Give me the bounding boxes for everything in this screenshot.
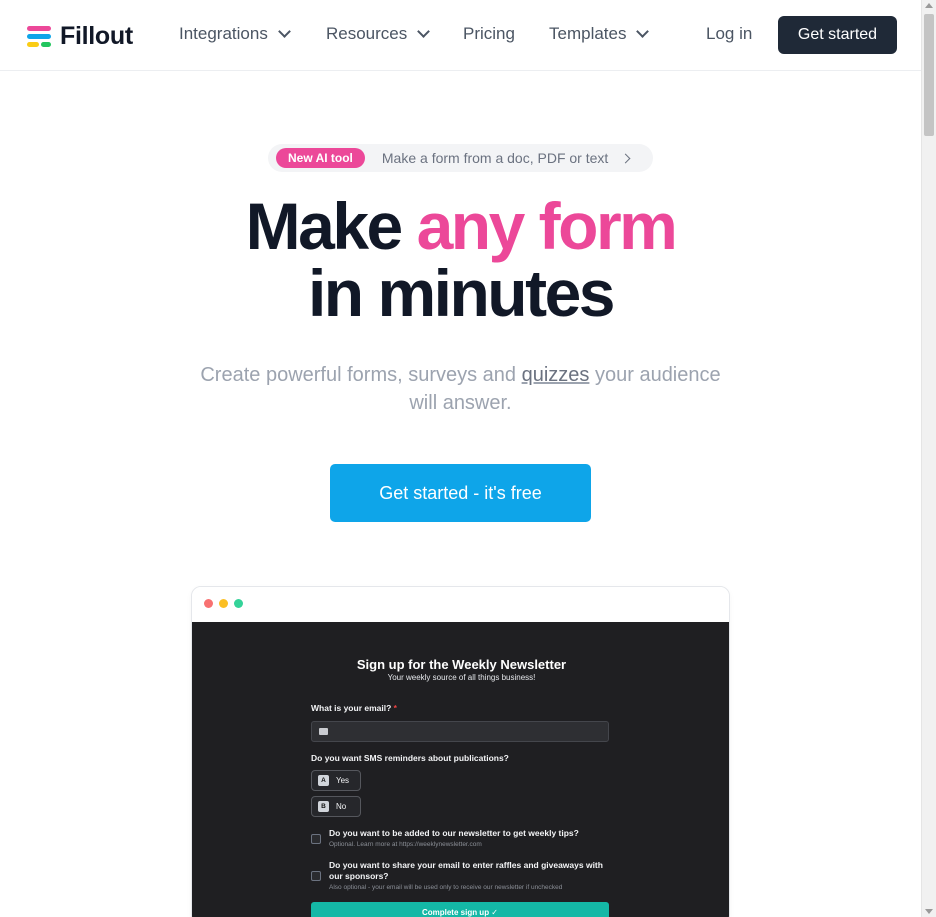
chevron-down-icon <box>636 25 650 38</box>
option-label: Yes <box>336 776 350 785</box>
complete-signup-button[interactable]: Complete sign up ✓ <box>311 902 609 917</box>
nav-item-resources[interactable]: Resources <box>326 24 431 44</box>
option-no[interactable]: B No <box>311 796 361 817</box>
chevron-right-icon <box>620 153 631 163</box>
nav-label: Templates <box>549 24 627 43</box>
page-scrollbar[interactable] <box>921 0 936 917</box>
newsletter-checkbox-label: Do you want to be added to our newslette… <box>329 828 579 838</box>
fillout-logo-icon <box>27 24 53 50</box>
site-header: Fillout Integrations Resources Pricing T… <box>0 0 921 71</box>
newsletter-checkbox-hint: Optional. Learn more at https://weeklyne… <box>329 841 482 848</box>
ai-tool-announcement[interactable]: New AI tool Make a form from a doc, PDF … <box>268 144 653 172</box>
hero-title-highlight: any form <box>416 189 678 263</box>
minimize-dot-icon <box>219 599 228 608</box>
chevron-down-icon <box>417 25 431 38</box>
email-input[interactable] <box>311 721 609 742</box>
option-key: A <box>318 775 329 786</box>
form-subtitle: Your weekly source of all things busines… <box>387 673 536 682</box>
hero-title-line2: in minutes <box>307 256 616 330</box>
get-started-button[interactable]: Get started <box>778 16 897 54</box>
hero-title-line1: Make any form <box>0 193 921 259</box>
scroll-down-icon[interactable] <box>925 909 933 914</box>
form-preview-body: Sign up for the Weekly Newsletter Your w… <box>192 622 729 917</box>
sponsors-checkbox-label: Do you want to share your email to enter… <box>329 860 603 881</box>
window-titlebar <box>192 587 729 622</box>
nav-item-pricing[interactable]: Pricing <box>463 24 515 44</box>
mail-icon <box>319 728 328 735</box>
subtitle-text: your audience <box>589 364 721 386</box>
login-link[interactable]: Log in <box>706 24 752 44</box>
subtitle-text: Create powerful forms, surveys and <box>200 364 522 386</box>
hero-subtitle-line1: Create powerful forms, surveys and quizz… <box>0 361 921 389</box>
option-key: B <box>318 801 329 812</box>
sponsors-checkbox-hint: Also optional - your email will be used … <box>329 884 563 891</box>
option-yes[interactable]: A Yes <box>311 770 361 791</box>
scroll-up-icon[interactable] <box>925 3 933 8</box>
announcement-text: Make a form from a doc, PDF or text <box>381 150 609 166</box>
required-mark: * <box>393 703 397 713</box>
close-dot-icon <box>204 599 213 608</box>
nav-label: Resources <box>326 24 408 43</box>
nav-item-templates[interactable]: Templates <box>549 24 650 44</box>
maximize-dot-icon <box>234 599 243 608</box>
nav-item-integrations[interactable]: Integrations <box>179 24 291 44</box>
email-label-text: What is your email? <box>311 703 392 713</box>
form-preview-window: Sign up for the Weekly Newsletter Your w… <box>191 586 730 917</box>
nav-label: Integrations <box>179 24 268 43</box>
new-ai-badge: New AI tool <box>276 148 365 168</box>
form-title: Sign up for the Weekly Newsletter <box>356 657 567 672</box>
chevron-down-icon <box>277 25 291 38</box>
hero-title-text: Make <box>245 189 417 263</box>
newsletter-checkbox[interactable] <box>311 834 321 844</box>
sms-question: Do you want SMS reminders about publicat… <box>311 753 509 763</box>
nav-label: Pricing <box>463 24 515 43</box>
sponsors-checkbox[interactable] <box>311 871 321 881</box>
email-label: What is your email? * <box>311 703 397 713</box>
get-started-free-button[interactable]: Get started - it's free <box>330 464 591 522</box>
option-label: No <box>336 802 347 811</box>
scrollbar-thumb[interactable] <box>924 14 934 136</box>
hero-subtitle-line2: will answer. <box>409 392 512 414</box>
brand-name: Fillout <box>60 22 133 50</box>
brand-logo[interactable]: Fillout <box>27 22 133 51</box>
quizzes-link[interactable]: quizzes <box>522 364 590 386</box>
